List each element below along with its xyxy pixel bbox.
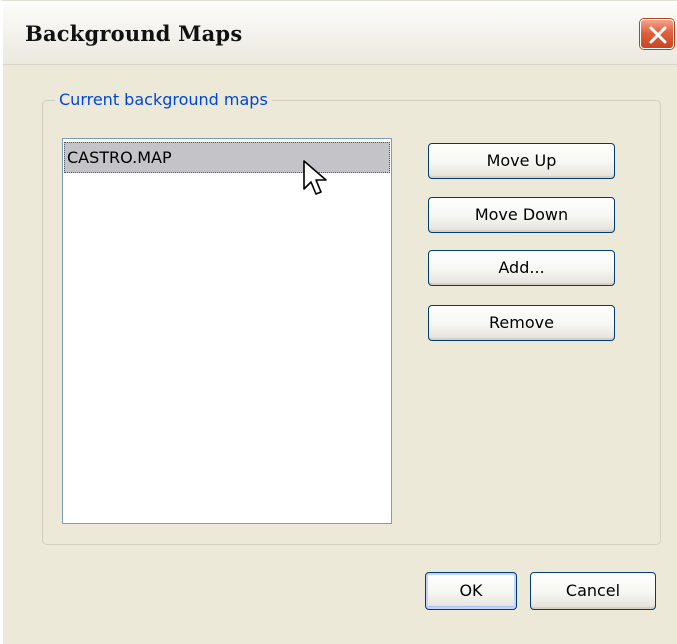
list-item[interactable]: CASTRO.MAP <box>64 142 390 173</box>
cancel-button[interactable]: Cancel <box>530 572 656 610</box>
ok-button[interactable]: OK <box>425 572 517 610</box>
dialog-client-area: Current background maps CASTRO.MAP Move … <box>3 65 677 644</box>
dialog-title: Background Maps <box>25 21 243 46</box>
move-up-button[interactable]: Move Up <box>428 143 615 179</box>
title-bar[interactable]: Background Maps <box>3 1 677 65</box>
close-button[interactable] <box>640 19 674 49</box>
add-button[interactable]: Add... <box>428 250 615 286</box>
move-down-button[interactable]: Move Down <box>428 197 615 233</box>
remove-button[interactable]: Remove <box>428 305 615 341</box>
mouse-pointer-icon <box>303 160 327 195</box>
close-icon <box>649 26 667 44</box>
background-maps-dialog: Background Maps Current background maps … <box>0 0 677 644</box>
list-item-label: CASTRO.MAP <box>67 148 172 167</box>
background-maps-list[interactable]: CASTRO.MAP <box>62 138 392 524</box>
group-legend: Current background maps <box>55 89 272 111</box>
